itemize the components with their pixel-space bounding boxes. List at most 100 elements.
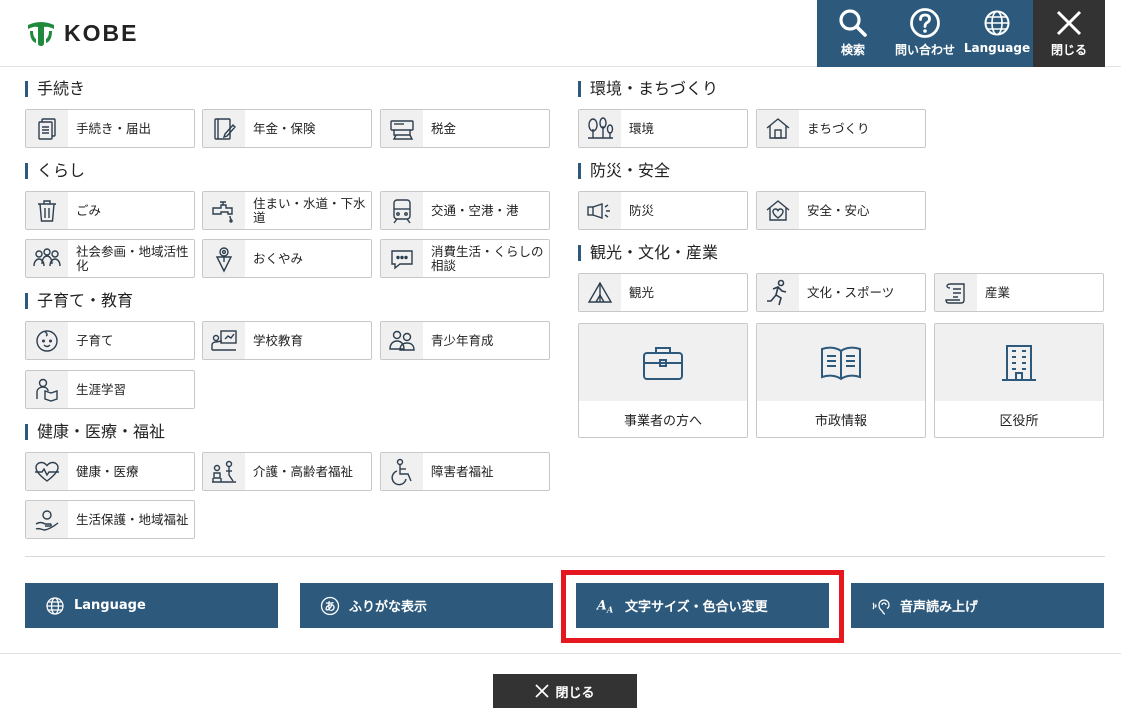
close-button[interactable]: 閉じる <box>493 674 637 708</box>
people-group-icon <box>33 247 61 266</box>
faucet-icon <box>212 200 233 223</box>
train-icon <box>393 198 411 223</box>
tile-lifelong-learning[interactable]: 生涯学習 <box>25 370 195 409</box>
site-header: KOBE 検索 問い合わせ Language 閉じる <box>0 0 1121 67</box>
classroom-icon <box>211 329 237 351</box>
tile-label: 住まい・水道・下水道 <box>253 195 366 225</box>
tile-business[interactable]: 事業者の方へ <box>578 323 748 438</box>
svg-text:あ: あ <box>325 600 336 613</box>
tile-transport[interactable]: 交通・空港・港 <box>380 191 550 230</box>
tile-label: 文化・スポーツ <box>807 284 895 300</box>
section-title-health: 健康・医療・福祉 <box>25 423 165 441</box>
tile-label: 防災 <box>629 202 655 218</box>
tile-school[interactable]: 学校教育 <box>202 321 372 360</box>
search-button-label: 検索 <box>840 43 865 57</box>
tile-ward-office[interactable]: 区役所 <box>934 323 1104 438</box>
tile-garbage[interactable]: ごみ <box>25 191 195 230</box>
building-icon <box>1002 344 1036 381</box>
divider <box>0 653 1121 654</box>
tile-industry[interactable]: 産業 <box>934 273 1104 312</box>
font-size-color-button-label: 文字サイズ・色合い変更 <box>625 600 768 615</box>
language-button-label: Language <box>74 598 146 613</box>
house-icon <box>766 117 790 139</box>
tile-tax[interactable]: 税金 <box>380 109 550 148</box>
tile-consumer[interactable]: 消費生活・くらしの相談 <box>380 239 550 278</box>
tile-label: 社会参画・地域活性化 <box>76 243 189 273</box>
text-to-speech-button-label: 音声読み上げ <box>900 600 979 615</box>
svg-text:A: A <box>596 597 607 612</box>
tile-label: 年金・保険 <box>253 120 316 136</box>
section-title-procedures: 手続き <box>25 80 85 98</box>
briefcase-icon <box>643 346 683 380</box>
tile-pension[interactable]: 年金・保険 <box>202 109 372 148</box>
kobe-emblem-icon <box>28 21 54 46</box>
tile-label: 環境 <box>629 120 655 136</box>
tile-label: 事業者の方へ <box>623 414 702 429</box>
baby-face-icon <box>36 329 58 352</box>
tile-label: 健康・医療 <box>76 463 139 479</box>
trees-icon <box>588 116 614 139</box>
tile-welfare[interactable]: 生活保護・地域福祉 <box>25 500 195 539</box>
furigana-icon: あ <box>320 596 340 615</box>
tile-childcare[interactable]: 子育て <box>25 321 195 360</box>
tile-culture-sports[interactable]: 文化・スポーツ <box>756 273 926 312</box>
tile-label: 障害者福祉 <box>431 463 494 479</box>
tile-label: 学校教育 <box>253 332 304 348</box>
tile-label: まちづくり <box>807 120 870 136</box>
section-title-safety: 防災・安全 <box>578 162 670 180</box>
tile-tourism[interactable]: 観光 <box>578 273 748 312</box>
section-title-tourism: 観光・文化・産業 <box>578 244 718 262</box>
megaphone-icon <box>587 202 610 219</box>
tile-label: 税金 <box>431 120 457 136</box>
tile-community[interactable]: 社会参画・地域活性化 <box>25 239 195 278</box>
runner-icon <box>767 279 787 305</box>
globe-icon <box>984 10 1010 36</box>
scroll-icon <box>945 282 965 304</box>
close-icon <box>535 684 550 698</box>
youth-group-icon <box>389 330 415 351</box>
tile-city-info[interactable]: 市政情報 <box>756 323 926 438</box>
tile-label: 市政情報 <box>814 414 867 429</box>
inquiry-button[interactable]: 問い合わせ <box>889 0 961 67</box>
heart-pulse-icon <box>35 461 59 482</box>
tile-condolence[interactable]: おくやみ <box>202 239 372 278</box>
tile-health-medical[interactable]: 健康・医療 <box>25 452 195 491</box>
tile-label: おくやみ <box>253 250 304 266</box>
tile-label: 介護・高齢者福祉 <box>253 463 354 479</box>
tile-label: ごみ <box>76 202 102 218</box>
tile-town-planning[interactable]: まちづくり <box>756 109 926 148</box>
text-to-speech-button[interactable]: 音声読み上げ <box>851 583 1104 628</box>
tile-disability[interactable]: 障害者福祉 <box>380 452 550 491</box>
svg-text:A: A <box>606 604 613 614</box>
chat-bubble-icon <box>391 249 413 269</box>
close-header-button[interactable]: 閉じる <box>1033 0 1105 67</box>
tile-elderly-care[interactable]: 介護・高齢者福祉 <box>202 452 372 491</box>
tile-label: 手続き・届出 <box>76 120 152 136</box>
language-header-label: Language <box>963 41 1031 55</box>
language-button[interactable]: Language <box>25 583 278 628</box>
tile-label: 産業 <box>985 284 1011 300</box>
font-size-color-button[interactable]: AA 文字サイズ・色合い変更 <box>576 583 829 628</box>
tile-disaster-prevention[interactable]: 防災 <box>578 191 748 230</box>
tile-youth[interactable]: 青少年育成 <box>380 321 550 360</box>
hand-heart-icon <box>35 509 59 531</box>
flower-bouquet-icon <box>215 246 233 273</box>
font-size-icon: AA <box>596 597 613 614</box>
tile-label: 安全・安心 <box>807 202 870 218</box>
wheelchair-icon <box>391 458 412 485</box>
language-header-button[interactable]: Language <box>961 0 1033 67</box>
furigana-button[interactable]: あ ふりがな表示 <box>300 583 553 628</box>
kobe-logo[interactable]: KOBE <box>26 20 138 47</box>
tile-environment[interactable]: 環境 <box>578 109 748 148</box>
section-title-childcare: 子育て・教育 <box>25 292 133 310</box>
register-icon <box>390 119 414 140</box>
tile-housing-water[interactable]: 住まい・水道・下水道 <box>202 191 372 230</box>
globe-icon <box>46 596 64 615</box>
tile-safety[interactable]: 安全・安心 <box>756 191 926 230</box>
search-button[interactable]: 検索 <box>817 0 889 67</box>
section-title-living: くらし <box>25 162 85 180</box>
tile-label: 消費生活・くらしの相談 <box>431 243 544 273</box>
tile-label: 生涯学習 <box>76 381 127 397</box>
tile-procedures[interactable]: 手続き・届出 <box>25 109 195 148</box>
close-icon <box>1056 10 1082 36</box>
